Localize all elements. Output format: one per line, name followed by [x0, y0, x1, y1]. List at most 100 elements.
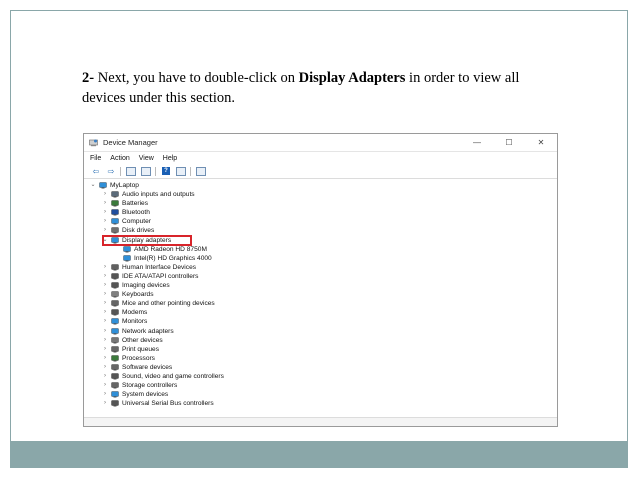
- menu-file[interactable]: File: [90, 155, 101, 162]
- chevron-right-icon[interactable]: ›: [102, 217, 108, 226]
- window-titlebar: Device Manager — ☐ ✕: [84, 134, 557, 152]
- scan-hardware-icon[interactable]: [195, 166, 207, 176]
- tree-item-network-adapters[interactable]: › Network adapters: [84, 327, 557, 336]
- close-button[interactable]: ✕: [525, 138, 557, 147]
- tree-item-universal-serial-bus-controllers[interactable]: › Universal Serial Bus controllers: [84, 399, 557, 408]
- tree-item-monitors[interactable]: › Monitors: [84, 317, 557, 326]
- tree-item-software-devices[interactable]: › Software devices: [84, 363, 557, 372]
- tree-item-other-devices[interactable]: › Other devices: [84, 336, 557, 345]
- chevron-right-icon[interactable]: ›: [102, 345, 108, 354]
- chevron-right-icon[interactable]: ›: [102, 390, 108, 399]
- window-controls: — ☐ ✕: [461, 138, 557, 147]
- status-bar: [84, 417, 557, 426]
- chevron-right-icon[interactable]: ›: [102, 299, 108, 308]
- bluetooth-icon: [111, 209, 119, 216]
- display-adapter-icon: [123, 255, 131, 262]
- chevron-right-icon[interactable]: ›: [102, 272, 108, 281]
- forward-arrow-icon[interactable]: ⇨: [105, 166, 117, 176]
- disk-drive-icon: [111, 227, 119, 234]
- tree-item-label: Keyboards: [122, 291, 154, 299]
- menu-help[interactable]: Help: [163, 155, 177, 162]
- properties-icon[interactable]: [140, 166, 152, 176]
- help-icon[interactable]: ?: [160, 166, 172, 176]
- tree-item-storage-controllers[interactable]: › Storage controllers: [84, 381, 557, 390]
- tree-item-mice-and-other-pointing-devices[interactable]: › Mice and other pointing devices: [84, 299, 557, 308]
- computer-icon: [99, 182, 107, 189]
- chevron-right-icon[interactable]: ›: [102, 354, 108, 363]
- caption-bold-text: Display Adapters: [298, 70, 406, 86]
- update-driver-icon[interactable]: [175, 166, 187, 176]
- chevron-right-icon[interactable]: ›: [102, 208, 108, 217]
- maximize-button[interactable]: ☐: [493, 138, 525, 147]
- step-number: 2-: [82, 70, 95, 86]
- tree-item-batteries[interactable]: › Batteries: [84, 199, 557, 208]
- tree-item-label: Imaging devices: [122, 282, 170, 290]
- chevron-right-icon[interactable]: ›: [102, 281, 108, 290]
- device-list-view-icon[interactable]: [125, 166, 137, 176]
- chevron-right-icon[interactable]: ›: [102, 336, 108, 345]
- tree-item-label: Network adapters: [122, 327, 174, 335]
- tree-item-ide-ata-atapi-controllers[interactable]: › IDE ATA/ATAPI controllers: [84, 272, 557, 281]
- display-adapter-icon: [123, 245, 131, 253]
- tree-item-label: AMD Radeon HD 8750M: [134, 245, 207, 253]
- chevron-right-icon[interactable]: ›: [102, 190, 108, 199]
- menu-action[interactable]: Action: [110, 155, 129, 162]
- tree-item-sound-video-and-game-controllers[interactable]: › Sound, video and game controllers: [84, 372, 557, 381]
- menu-view[interactable]: View: [139, 155, 154, 162]
- chevron-right-icon[interactable]: ›: [102, 327, 108, 336]
- tree-item-system-devices[interactable]: › System devices: [84, 390, 557, 399]
- toolbar-separator: [120, 166, 121, 176]
- chevron-right-icon[interactable]: ›: [102, 399, 108, 408]
- tree-item-processors[interactable]: › Processors: [84, 354, 557, 363]
- tree-item-print-queues[interactable]: › Print queues: [84, 345, 557, 354]
- tree-item-label: System devices: [122, 391, 169, 399]
- tree-item-label: Other devices: [122, 336, 163, 344]
- tree-item-label: Print queues: [122, 345, 160, 353]
- tree-child-intel-r-hd-graphics-4000[interactable]: Intel(R) HD Graphics 4000: [84, 254, 557, 263]
- processor-icon: [111, 355, 119, 362]
- storage-controller-icon: [111, 382, 119, 389]
- tree-item-label: Processors: [122, 354, 155, 362]
- chevron-right-icon[interactable]: ›: [102, 363, 108, 372]
- tree-item-bluetooth[interactable]: › Bluetooth: [84, 208, 557, 217]
- tree-item-label: Bluetooth: [122, 209, 150, 217]
- tree-item-human-interface-devices[interactable]: › Human Interface Devices: [84, 263, 557, 272]
- back-arrow-icon[interactable]: ⇦: [90, 166, 102, 176]
- caption-text-before: Next, you have to double-click on: [94, 70, 299, 86]
- device-tree: ⌄ MyLaptop › Audio inputs and outputs › Batte…: [84, 179, 557, 408]
- chevron-right-icon[interactable]: ›: [102, 372, 108, 381]
- tree-item-keyboards[interactable]: › Keyboards: [84, 290, 557, 299]
- device-manager-window: Device Manager — ☐ ✕ File Action View He…: [83, 133, 558, 427]
- speaker-icon: [111, 373, 119, 380]
- chevron-right-icon[interactable]: ›: [102, 317, 108, 326]
- instruction-caption: 2- Next, you have to double-click on Dis…: [82, 68, 552, 108]
- tree-item-label: Batteries: [122, 200, 149, 208]
- tree-item-label: Sound, video and game controllers: [122, 372, 224, 380]
- minimize-button[interactable]: —: [461, 138, 493, 147]
- chevron-down-icon[interactable]: ⌄: [90, 181, 96, 190]
- tree-item-label: Storage controllers: [122, 382, 178, 390]
- tree-item-audio-inputs-and-outputs[interactable]: › Audio inputs and outputs: [84, 190, 557, 199]
- network-adapter-icon: [111, 327, 119, 335]
- modem-icon: [111, 309, 119, 316]
- toolbar-separator: [190, 166, 191, 176]
- monitor-icon: [111, 318, 119, 325]
- chevron-right-icon[interactable]: ›: [102, 263, 108, 272]
- tree-item-label: Modems: [122, 309, 148, 317]
- tree-child-amd-radeon-hd-8750m[interactable]: AMD Radeon HD 8750M: [84, 245, 557, 254]
- chevron-right-icon[interactable]: ›: [102, 290, 108, 299]
- tree-item-computer[interactable]: › Computer: [84, 217, 557, 226]
- display-adapters-highlight: [102, 235, 192, 246]
- tree-item-label: Intel(R) HD Graphics 4000: [134, 254, 212, 262]
- keyboard-icon: [111, 291, 119, 298]
- system-devices-icon: [111, 391, 119, 398]
- tree-item-label: Monitors: [122, 318, 148, 326]
- chevron-right-icon[interactable]: ›: [102, 199, 108, 208]
- chevron-right-icon[interactable]: ›: [102, 308, 108, 317]
- tree-root-mylaptop[interactable]: ⌄ MyLaptop: [84, 181, 557, 190]
- tree-item-imaging-devices[interactable]: › Imaging devices: [84, 281, 557, 290]
- battery-icon: [111, 200, 119, 207]
- computer-icon: [111, 218, 119, 225]
- tree-item-modems[interactable]: › Modems: [84, 308, 557, 317]
- chevron-right-icon[interactable]: ›: [102, 381, 108, 390]
